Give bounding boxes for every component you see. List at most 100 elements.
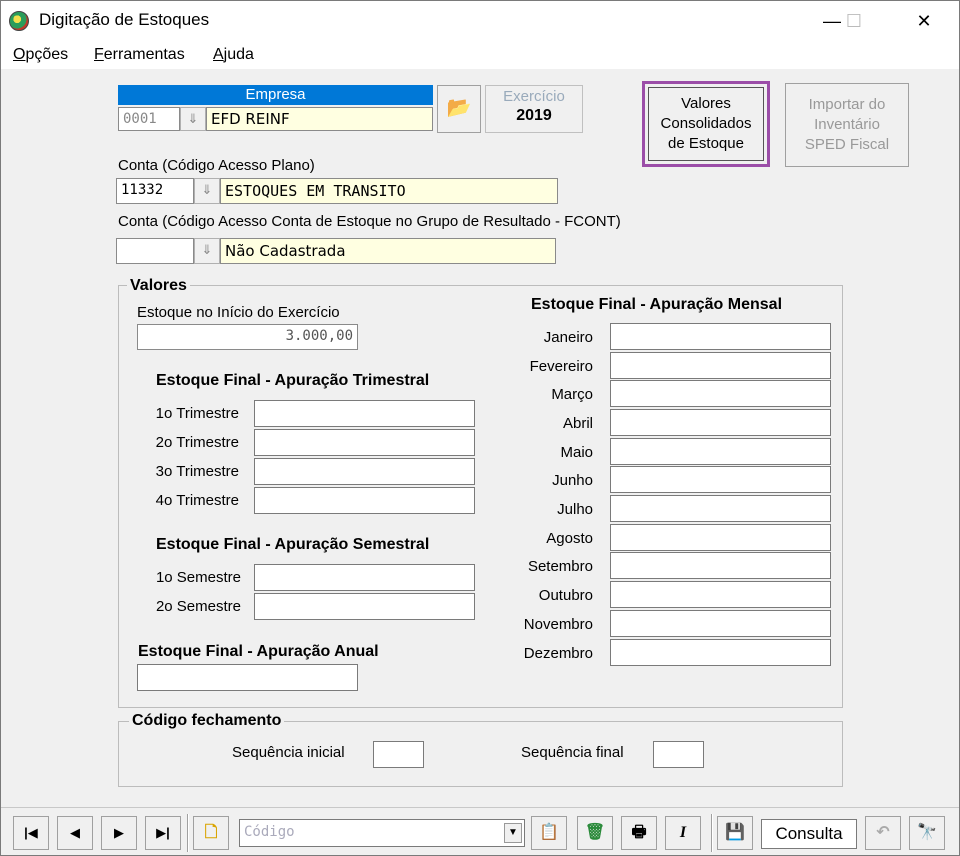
prev-icon: ◀	[70, 825, 80, 840]
conta-name-field: ESTOQUES EM TRANSITO	[220, 178, 558, 204]
semestral-title: Estoque Final - Apuração Semestral	[156, 536, 430, 553]
trimestre-1-input[interactable]	[254, 400, 475, 427]
empresa-header: Empresa	[118, 85, 433, 105]
mes-setembro-label: Setembro	[527, 558, 593, 575]
mes-novembro-label: Novembro	[523, 616, 593, 633]
close-button[interactable]: ✕	[901, 5, 947, 37]
prev-record-button[interactable]: ◀	[57, 816, 93, 850]
mes-abril-label: Abril	[562, 415, 593, 432]
window-title: Digitação de Estoques	[39, 10, 210, 29]
next-record-button[interactable]: ▶	[101, 816, 137, 850]
mes-abril-input[interactable]	[610, 409, 831, 436]
trimestre-2-input[interactable]	[254, 429, 475, 456]
mes-fevereiro-input[interactable]	[610, 352, 831, 379]
folder-open-icon: 📂	[446, 97, 472, 119]
new-document-icon: 🗋	[204, 824, 218, 841]
code-combo[interactable]: Código ▼	[239, 819, 525, 847]
delete-button[interactable]: 🗑	[577, 816, 613, 850]
trash-icon: 🗑	[584, 824, 606, 841]
conta-fcont-label: Conta (Código Acesso Conta de Estoque no…	[118, 213, 621, 230]
conta-fcont-name-field: Não Cadastrada	[220, 238, 556, 264]
next-icon: ▶	[114, 825, 124, 840]
undo-icon: ↶	[876, 824, 890, 841]
semestre-1-label: 1o Semestre	[155, 569, 241, 586]
vc-line-1: Valores	[681, 95, 731, 112]
trimestral-title: Estoque Final - Apuração Trimestral	[156, 372, 430, 389]
first-record-button[interactable]: |◀	[13, 816, 49, 850]
bottom-toolbar: |◀ ◀ ▶ ▶| 🗋 Código ▼ 📋 🗑 🖶 I 💾 Consulta …	[1, 807, 959, 855]
conta-fcont-code-field[interactable]	[116, 238, 194, 264]
imp-line-3: SPED Fiscal	[804, 136, 890, 153]
save-icon: 💾	[725, 824, 745, 841]
menu-ferramentas[interactable]: Ferramentas	[94, 46, 185, 64]
trimestre-3-input[interactable]	[254, 458, 475, 485]
mes-outubro-input[interactable]	[610, 581, 831, 608]
estoque-inicio-field[interactable]: 3.000,00	[137, 324, 358, 350]
save-button[interactable]: 💾	[717, 816, 753, 850]
anual-title: Estoque Final - Apuração Anual	[138, 643, 379, 660]
last-record-button[interactable]: ▶|	[145, 816, 181, 850]
valores-title: Valores	[127, 277, 190, 295]
menu-opcoes[interactable]: Opções	[13, 46, 68, 64]
trimestre-4-label: 4o Trimestre	[155, 492, 239, 509]
seq-final-input[interactable]	[653, 741, 704, 768]
undo-button[interactable]: ↶	[865, 816, 901, 850]
mes-marco-input[interactable]	[610, 380, 831, 407]
semestre-1-input[interactable]	[254, 564, 475, 591]
mes-agosto-input[interactable]	[610, 524, 831, 551]
conta-fcont-lookup-button[interactable]: ⇓	[194, 238, 220, 264]
mes-fevereiro-label: Fevereiro	[529, 358, 593, 375]
binoculars-icon: 🔭	[917, 824, 937, 841]
exercicio-box: Exercício 2019	[485, 85, 583, 133]
trimestre-1-label: 1o Trimestre	[155, 405, 239, 422]
app-icon	[9, 11, 29, 31]
search-button[interactable]: 🔭	[909, 816, 945, 850]
print-button[interactable]: 🖶	[621, 816, 657, 850]
italic-icon: I	[679, 824, 687, 841]
valores-consolidados-button[interactable]: Valores Consolidados de Estoque	[648, 87, 764, 161]
chevron-down-icon[interactable]: ▼	[504, 823, 522, 843]
trimestre-4-input[interactable]	[254, 487, 475, 514]
conta-label: Conta (Código Acesso Plano)	[118, 157, 315, 174]
vc-line-3: de Estoque	[668, 135, 744, 152]
mes-julho-input[interactable]	[610, 495, 831, 522]
conta-lookup-button[interactable]: ⇓	[194, 178, 220, 204]
maximize-button[interactable]: ☐	[831, 5, 877, 37]
importar-sped-button[interactable]: Importar do Inventário SPED Fiscal	[785, 83, 909, 167]
mes-maio-input[interactable]	[610, 438, 831, 465]
menu-ajuda[interactable]: Ajuda	[213, 46, 254, 64]
empresa-lookup-button[interactable]: ⇓	[180, 107, 206, 131]
mes-janeiro-input[interactable]	[610, 323, 831, 350]
semestre-2-input[interactable]	[254, 593, 475, 620]
mode-indicator: Consulta	[761, 819, 857, 849]
estoque-inicio-label: Estoque no Início do Exercício	[137, 304, 340, 321]
empresa-code-field[interactable]: 0001	[118, 107, 180, 131]
mes-setembro-input[interactable]	[610, 552, 831, 579]
first-icon: |◀	[24, 825, 38, 840]
toolbar-separator-2	[711, 814, 713, 852]
mes-julho-label: Julho	[557, 501, 593, 518]
new-document-button[interactable]: 🗋	[193, 816, 229, 850]
semestre-2-label: 2o Semestre	[155, 598, 241, 615]
mensal-title: Estoque Final - Apuração Mensal	[531, 296, 783, 313]
anual-input[interactable]	[137, 664, 358, 691]
mes-dezembro-label: Dezembro	[523, 645, 593, 662]
report-button[interactable]: 📋	[531, 816, 567, 850]
empresa-name-field: EFD REINF	[206, 107, 433, 131]
open-folder-button[interactable]: 📂	[437, 85, 481, 133]
exercicio-label: Exercício	[503, 88, 565, 105]
fechamento-group	[118, 721, 843, 787]
conta-code-field[interactable]: 11332	[116, 178, 194, 204]
fechamento-title: Código fechamento	[129, 712, 285, 730]
mes-junho-input[interactable]	[610, 466, 831, 493]
report-icon: 📋	[539, 824, 559, 841]
italic-button[interactable]: I	[665, 816, 701, 850]
mes-maio-label: Maio	[560, 444, 593, 461]
mes-dezembro-input[interactable]	[610, 639, 831, 666]
code-combo-placeholder: Código	[244, 824, 295, 840]
mes-novembro-input[interactable]	[610, 610, 831, 637]
seq-inicial-input[interactable]	[373, 741, 424, 768]
mes-outubro-label: Outubro	[538, 587, 593, 604]
trimestre-2-label: 2o Trimestre	[155, 434, 239, 451]
mes-junho-label: Junho	[552, 472, 593, 489]
